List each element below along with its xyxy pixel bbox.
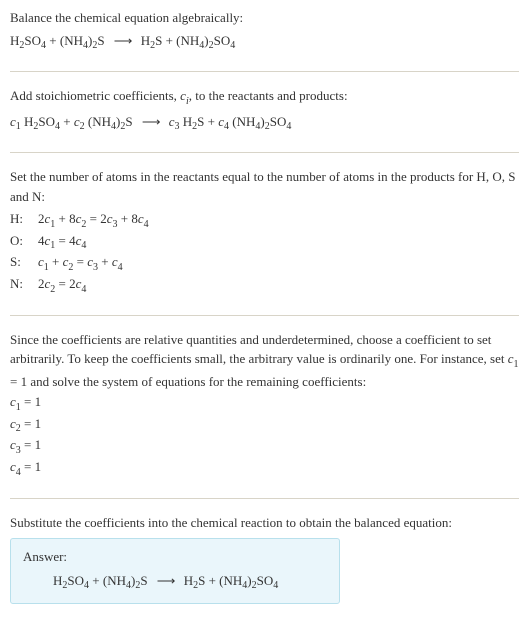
reactant-2: (NH4)2S [103,573,148,588]
intro-text-1: Balance the chemical equation algebraica… [10,8,519,28]
intro-text-4: Since the coefficients are relative quan… [10,330,519,392]
product-1: H2S [184,573,206,588]
atom-equation: 2c1 + 8c2 = 2c3 + 8c4 [38,210,149,232]
product-2: (NH4)2SO4 [219,573,278,588]
intro-text-3: Set the number of atoms in the reactants… [10,167,519,206]
answer-label: Answer: [23,547,327,567]
section-answer: Substitute the coefficients into the che… [10,513,519,605]
atom-balance-table: H: 2c1 + 8c2 = 2c3 + 8c4 O: 4c1 = 4c4 S:… [10,210,519,296]
coef-c1: c1 = 1 [10,393,519,415]
product-2: (NH4)2SO4 [176,33,235,48]
plus: + [46,33,60,48]
atom-equation: 4c1 = 4c4 [38,232,86,254]
coef-c2: c2 = 1 [10,415,519,437]
reactant-1: H2SO4 [53,573,89,588]
atom-equation: c1 + c2 = c3 + c4 [38,253,123,275]
atom-equation: 2c2 = 2c4 [38,275,86,297]
atom-row-s: S: c1 + c2 = c3 + c4 [10,253,519,275]
section-add-coefficients: Add stoichiometric coefficients, ci, to … [10,86,519,153]
section-atom-equations: Set the number of atoms in the reactants… [10,167,519,315]
plus: + [162,33,176,48]
intro-text-5: Substitute the coefficients into the che… [10,513,519,533]
coef-c4: c4 = 1 [10,458,519,480]
coefficient-solutions: c1 = 1 c2 = 1 c3 = 1 c4 = 1 [10,393,519,479]
atom-row-n: N: 2c2 = 2c4 [10,275,519,297]
atom-row-h: H: 2c1 + 8c2 = 2c3 + 8c4 [10,210,519,232]
atom-label: S: [10,253,28,271]
atom-label: O: [10,232,28,250]
atom-label: H: [10,210,28,228]
reactant-1: H2SO4 [10,33,46,48]
arrow-icon: ⟶ [114,31,132,51]
answer-box: Answer: H2SO4 + (NH4)2S ⟶ H2S + (NH4)2SO… [10,538,340,604]
balanced-equation: H2SO4 + (NH4)2S ⟶ H2S + (NH4)2SO4 [23,571,327,594]
arrow-icon: ⟶ [142,112,160,132]
arrow-icon: ⟶ [157,571,175,591]
unbalanced-equation: H2SO4 + (NH4)2S ⟶ H2S + (NH4)2SO4 [10,31,519,54]
reactant-2: (NH4)2S [60,33,105,48]
intro-text-2: Add stoichiometric coefficients, ci, to … [10,86,519,109]
section-solve: Since the coefficients are relative quan… [10,330,519,499]
coefficient-equation: c1 H2SO4 + c2 (NH4)2S ⟶ c3 H2S + c4 (NH4… [10,112,519,135]
atom-row-o: O: 4c1 = 4c4 [10,232,519,254]
product-1: H2S [141,33,163,48]
coef-c3: c3 = 1 [10,436,519,458]
atom-label: N: [10,275,28,293]
section-balance-intro: Balance the chemical equation algebraica… [10,8,519,72]
